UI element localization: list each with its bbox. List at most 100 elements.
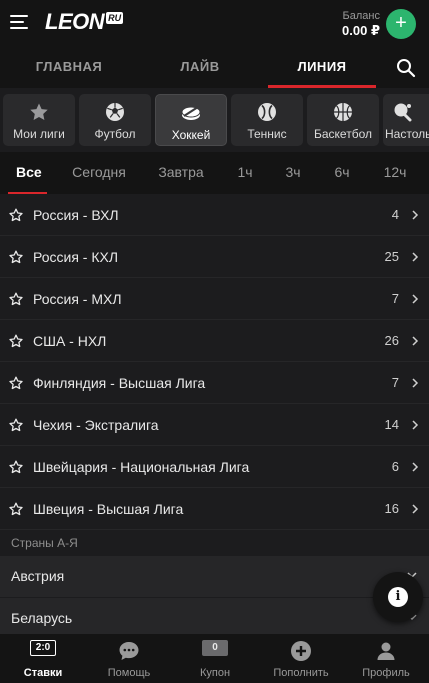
hamburger-menu-icon[interactable]	[10, 15, 30, 31]
balance[interactable]: Баланс 0.00 ₽	[342, 10, 380, 39]
countries-section-title: Страны А-Я	[0, 530, 429, 556]
balance-label: Баланс	[342, 10, 380, 22]
sport-selector: Мои лиги Футбол Хоккей Теннис Баскетбол	[0, 88, 429, 152]
bottom-nav-label: Пополнить	[273, 667, 329, 679]
league-list: Россия - ВХЛ 4 Россия - КХЛ 25 Россия - …	[0, 194, 429, 530]
sport-tennis[interactable]: Теннис	[231, 94, 303, 146]
logo[interactable]: LEON RU	[45, 9, 124, 34]
league-count: 14	[384, 417, 399, 432]
star-outline-icon[interactable]	[9, 292, 23, 306]
search-icon[interactable]	[396, 58, 416, 78]
tab-live[interactable]: ЛАЙВ	[147, 48, 253, 88]
sport-label: Настольный	[385, 127, 429, 141]
list-item[interactable]: Швеция - Высшая Лига 16	[0, 488, 429, 530]
list-item[interactable]: Финляндия - Высшая Лига 7	[0, 362, 429, 404]
chat-icon	[119, 642, 139, 660]
coupon-icon: 0	[202, 640, 228, 656]
star-outline-icon[interactable]	[9, 460, 23, 474]
bottom-nav: 2:0 Ставки Помощь 0 Купон Пополнить Проф…	[0, 633, 429, 683]
info-icon: i	[388, 587, 408, 607]
sport-label: Баскетбол	[314, 127, 372, 141]
bottom-nav-label: Ставки	[23, 667, 63, 679]
sport-my-leagues[interactable]: Мои лиги	[3, 94, 75, 146]
sport-label: Теннис	[247, 127, 287, 141]
sport-label: Хоккей	[171, 128, 211, 142]
bottom-nav-coupon[interactable]: 0 Купон	[172, 634, 258, 683]
chevron-right-icon	[412, 504, 419, 514]
sport-table-tennis[interactable]: Настольный	[383, 94, 429, 146]
sport-label: Мои лиги	[13, 127, 65, 141]
league-name: Швеция - Высшая Лига	[33, 501, 184, 517]
league-count: 25	[384, 249, 399, 264]
basketball-icon	[334, 103, 352, 121]
period-filter: Все Сегодня Завтра 1ч 3ч 6ч 12ч	[0, 152, 429, 194]
bottom-nav-profile[interactable]: Профиль	[343, 634, 429, 683]
list-item[interactable]: Россия - ВХЛ 4	[0, 194, 429, 236]
sport-label: Футбол	[94, 127, 136, 141]
country-name: Австрия	[11, 568, 65, 584]
list-item[interactable]: Чехия - Экстралига 14	[0, 404, 429, 446]
star-outline-icon[interactable]	[9, 418, 23, 432]
country-item[interactable]: Австрия	[0, 556, 429, 598]
plus-circle-icon	[291, 641, 311, 661]
app-header: LEON RU Баланс 0.00 ₽ +	[0, 0, 429, 48]
period-tomorrow[interactable]: Завтра	[158, 152, 204, 194]
list-item[interactable]: Швейцария - Национальная Лига 6	[0, 446, 429, 488]
star-outline-icon[interactable]	[9, 502, 23, 516]
league-count: 7	[391, 375, 399, 390]
period-1h[interactable]: 1ч	[236, 152, 254, 194]
league-name: США - НХЛ	[33, 333, 107, 349]
user-icon	[377, 642, 395, 660]
league-count: 7	[391, 291, 399, 306]
league-count: 6	[391, 459, 399, 474]
tab-main[interactable]: ГЛАВНАЯ	[16, 48, 122, 88]
balance-value: 0.00 ₽	[342, 23, 380, 38]
tennis-ball-icon	[258, 103, 276, 121]
list-item[interactable]: США - НХЛ 26	[0, 320, 429, 362]
hockey-puck-icon	[181, 106, 201, 120]
league-count: 16	[384, 501, 399, 516]
logo-suffix: RU	[106, 12, 124, 24]
star-outline-icon[interactable]	[9, 250, 23, 264]
period-6h[interactable]: 6ч	[333, 152, 351, 194]
league-name: Россия - ВХЛ	[33, 207, 119, 223]
bottom-nav-label: Профиль	[362, 667, 410, 679]
info-fab-button[interactable]: i	[373, 572, 423, 622]
star-outline-icon[interactable]	[9, 334, 23, 348]
period-3h[interactable]: 3ч	[284, 152, 302, 194]
period-12h[interactable]: 12ч	[383, 152, 407, 194]
logo-text: LEON	[45, 9, 105, 34]
period-all[interactable]: Все	[8, 152, 47, 194]
bottom-nav-bets[interactable]: 2:0 Ставки	[0, 634, 86, 683]
period-today[interactable]: Сегодня	[72, 152, 126, 194]
table-tennis-icon	[394, 103, 412, 122]
star-outline-icon[interactable]	[9, 376, 23, 390]
list-item[interactable]: Россия - КХЛ 25	[0, 236, 429, 278]
league-count: 26	[384, 333, 399, 348]
league-name: Россия - КХЛ	[33, 249, 119, 265]
list-item[interactable]: Россия - МХЛ 7	[0, 278, 429, 320]
score-badge: 2:0	[30, 640, 56, 656]
deposit-button[interactable]: +	[386, 9, 416, 39]
chevron-right-icon	[412, 420, 419, 430]
sport-hockey[interactable]: Хоккей	[155, 94, 227, 146]
chevron-right-icon	[412, 294, 419, 304]
bottom-nav-label: Купон	[199, 667, 231, 679]
tab-line[interactable]: ЛИНИЯ	[268, 48, 376, 88]
chevron-right-icon	[412, 462, 419, 472]
league-name: Россия - МХЛ	[33, 291, 122, 307]
star-outline-icon[interactable]	[9, 208, 23, 222]
league-name: Чехия - Экстралига	[33, 417, 159, 433]
league-name: Финляндия - Высшая Лига	[33, 375, 206, 391]
sport-basketball[interactable]: Баскетбол	[307, 94, 379, 146]
chevron-right-icon	[412, 336, 419, 346]
sport-football[interactable]: Футбол	[79, 94, 151, 146]
chevron-right-icon	[412, 252, 419, 262]
bottom-nav-help[interactable]: Помощь	[86, 634, 172, 683]
coupon-badge: 0	[202, 640, 228, 656]
chevron-right-icon	[412, 378, 419, 388]
bottom-nav-deposit[interactable]: Пополнить	[258, 634, 344, 683]
soccer-ball-icon	[106, 103, 124, 121]
star-icon	[30, 103, 48, 120]
league-count: 4	[391, 207, 399, 222]
